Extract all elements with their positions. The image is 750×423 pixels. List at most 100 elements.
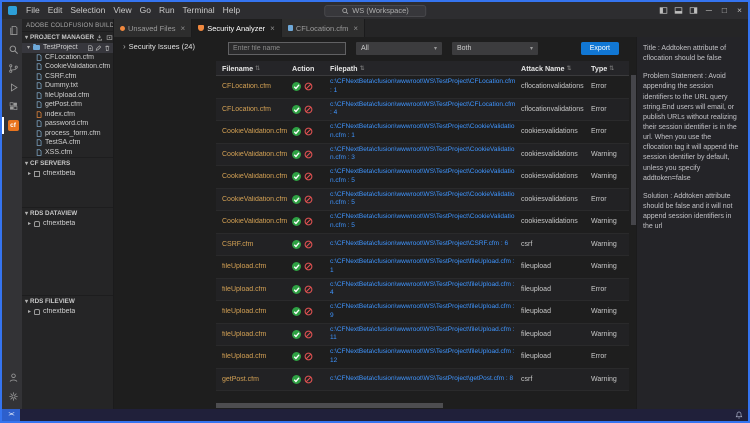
issue-row[interactable]: CookieValidation.cfmc:\CFNextBeta\cfusio… (216, 144, 629, 167)
resolve-issue-icon[interactable] (292, 285, 301, 294)
maximize-button[interactable]: □ (720, 2, 729, 19)
sort-icon[interactable]: ⇅ (609, 65, 614, 72)
resolve-issue-icon[interactable] (292, 352, 301, 361)
issue-filepath-link[interactable]: c:\CFNextBeta\cfusion\wwwroot\WS\TestPro… (330, 303, 517, 320)
file-process-form-cfm[interactable]: process_form.cfm (22, 129, 113, 139)
file-dummy-txt[interactable]: Dummy.txt (22, 81, 113, 91)
tab-security-analyzer[interactable]: Security Analyzer× (192, 19, 282, 37)
issue-filepath-link[interactable]: c:\CFNextBeta\cfusion\wwwroot\WS\TestPro… (330, 146, 517, 163)
ignore-issue-icon[interactable] (304, 172, 313, 181)
activity-source-control[interactable] (2, 60, 22, 77)
ignore-issue-icon[interactable] (304, 150, 313, 159)
menu-edit[interactable]: Edit (44, 2, 67, 19)
command-center[interactable]: WS (Workspace) (324, 5, 426, 17)
issue-row[interactable]: CFLocation.cfmc:\CFNextBeta\cfusion\wwwr… (216, 76, 629, 99)
ignore-issue-icon[interactable] (304, 217, 313, 226)
horizontal-scrollbar[interactable] (216, 403, 629, 408)
project-root[interactable]: ▾ TestProject (22, 43, 113, 53)
ignore-issue-icon[interactable] (304, 262, 313, 271)
resolve-issue-icon[interactable] (292, 375, 301, 384)
column-filepath[interactable]: Filepath ⇅ (330, 64, 521, 73)
delete-icon[interactable] (104, 45, 111, 52)
rds-dataview-cfnextbeta[interactable]: ▸ cfnextbeta (22, 219, 113, 229)
ignore-issue-icon[interactable] (304, 375, 313, 384)
issue-filepath-link[interactable]: c:\CFNextBeta\cfusion\wwwroot\WS\TestPro… (330, 326, 517, 343)
issue-filepath-link[interactable]: c:\CFNextBeta\cfusion\wwwroot\WS\TestPro… (330, 191, 517, 208)
minimize-button[interactable]: ─ (704, 2, 714, 19)
toggle-sidebar-icon[interactable] (659, 6, 668, 15)
issue-row[interactable]: getPost.cfmc:\CFNextBeta\cfusion\wwwroot… (216, 369, 629, 392)
issue-filepath-link[interactable]: c:\CFNextBeta\cfusion\wwwroot\WS\TestPro… (330, 78, 517, 95)
issue-row[interactable]: CookieValidation.cfmc:\CFNextBeta\cfusio… (216, 166, 629, 189)
ignore-issue-icon[interactable] (304, 127, 313, 136)
resolve-issue-icon[interactable] (292, 262, 301, 271)
issue-row[interactable]: fileUpload.cfmc:\CFNextBeta\cfusion\wwwr… (216, 256, 629, 279)
ignore-issue-icon[interactable] (304, 285, 313, 294)
issue-row[interactable]: CookieValidation.cfmc:\CFNextBeta\cfusio… (216, 189, 629, 212)
file-testsa-cfm[interactable]: TestSA.cfm (22, 138, 113, 148)
issue-row[interactable]: fileUpload.cfmc:\CFNextBeta\cfusion\wwwr… (216, 346, 629, 369)
column-filename[interactable]: Filename ⇅ (216, 64, 292, 73)
server-cfnextbeta[interactable]: ▸ cfnextbeta (22, 169, 113, 179)
close-icon[interactable]: × (181, 24, 186, 33)
scope-select[interactable]: Both ▾ (452, 42, 538, 55)
project-manager-header[interactable]: ▾ PROJECT MANAGER (22, 32, 113, 43)
close-icon[interactable]: × (270, 24, 275, 33)
rds-fileview-header[interactable]: ▾ RDS FILEVIEW (22, 296, 113, 307)
issue-row[interactable]: fileUpload.cfmc:\CFNextBeta\cfusion\wwwr… (216, 279, 629, 302)
file-csrf-cfm[interactable]: CSRF.cfm (22, 72, 113, 82)
menu-run[interactable]: Run (155, 2, 179, 19)
issue-filepath-link[interactable]: c:\CFNextBeta\cfusion\wwwroot\WS\TestPro… (330, 168, 517, 185)
sort-icon[interactable]: ⇅ (360, 65, 365, 72)
activity-extensions[interactable] (2, 98, 22, 115)
resolve-issue-icon[interactable] (292, 307, 301, 316)
issue-filepath-link[interactable]: c:\CFNextBeta\cfusion\wwwroot\WS\TestPro… (330, 213, 517, 230)
issue-filepath-link[interactable]: c:\CFNextBeta\cfusion\wwwroot\WS\TestPro… (330, 240, 517, 248)
security-issues-header[interactable]: › Security Issues (24) (123, 42, 214, 51)
issue-filepath-link[interactable]: c:\CFNextBeta\cfusion\wwwroot\WS\TestPro… (330, 348, 517, 365)
menu-file[interactable]: File (22, 2, 44, 19)
issue-filepath-link[interactable]: c:\CFNextBeta\cfusion\wwwroot\WS\TestPro… (330, 375, 517, 383)
issue-row[interactable]: CookieValidation.cfmc:\CFNextBeta\cfusio… (216, 211, 629, 234)
ignore-issue-icon[interactable] (304, 105, 313, 114)
ignore-issue-icon[interactable] (304, 82, 313, 91)
menu-selection[interactable]: Selection (66, 2, 109, 19)
resolve-issue-icon[interactable] (292, 217, 301, 226)
file-filter-input[interactable] (228, 42, 346, 55)
menu-help[interactable]: Help (219, 2, 244, 19)
resolve-issue-icon[interactable] (292, 172, 301, 181)
new-project-icon[interactable] (106, 34, 113, 41)
export-button[interactable]: Export (581, 42, 619, 55)
issue-row[interactable]: CFLocation.cfmc:\CFNextBeta\cfusion\wwwr… (216, 99, 629, 122)
tab-cflocation-cfm[interactable]: CFLocation.cfm× (282, 19, 365, 37)
horizontal-scrollbar-thumb[interactable] (216, 403, 443, 408)
close-icon[interactable]: × (353, 24, 358, 33)
close-button[interactable]: × (735, 2, 744, 19)
ignore-issue-icon[interactable] (304, 330, 313, 339)
activity-search[interactable] (2, 41, 22, 58)
ignore-issue-icon[interactable] (304, 195, 313, 204)
issue-filepath-link[interactable]: c:\CFNextBeta\cfusion\wwwroot\WS\TestPro… (330, 123, 517, 140)
activity-coldfusion-builder[interactable]: cf (2, 117, 22, 134)
issue-filepath-link[interactable]: c:\CFNextBeta\cfusion\wwwroot\WS\TestPro… (330, 258, 517, 275)
remote-indicator[interactable]: >< (2, 409, 20, 421)
activity-account[interactable] (2, 369, 22, 386)
activity-run-debug[interactable] (2, 79, 22, 96)
column-attack-name[interactable]: Attack Name ⇅ (521, 64, 591, 73)
issue-row[interactable]: fileUpload.cfmc:\CFNextBeta\cfusion\wwwr… (216, 324, 629, 347)
resolve-issue-icon[interactable] (292, 330, 301, 339)
issue-row[interactable]: CSRF.cfmc:\CFNextBeta\cfusion\wwwroot\WS… (216, 234, 629, 257)
file-fileupload-cfm[interactable]: fileUpload.cfm (22, 91, 113, 101)
tab-unsaved-files[interactable]: Unsaved Files× (114, 19, 192, 37)
ignore-issue-icon[interactable] (304, 307, 313, 316)
ignore-issue-icon[interactable] (304, 352, 313, 361)
severity-select[interactable]: All ▾ (356, 42, 442, 55)
edit-icon[interactable] (95, 45, 102, 52)
resolve-issue-icon[interactable] (292, 127, 301, 136)
column-type[interactable]: Type ⇅ (591, 64, 629, 73)
file-xss-cfm[interactable]: XSS.cfm (22, 148, 113, 158)
resolve-issue-icon[interactable] (292, 240, 301, 249)
issue-row[interactable]: fileUpload.cfmc:\CFNextBeta\cfusion\wwwr… (216, 301, 629, 324)
issue-row[interactable]: CookieValidation.cfmc:\CFNextBeta\cfusio… (216, 121, 629, 144)
sort-icon[interactable]: ⇅ (255, 65, 260, 72)
